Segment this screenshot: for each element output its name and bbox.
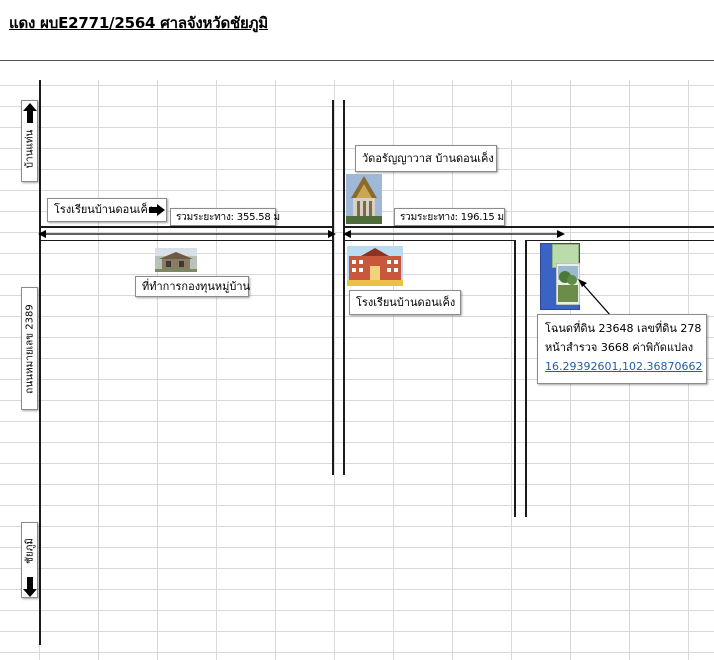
- road-right-segment-b: [525, 240, 714, 241]
- page-title: แดง ผบE2771/2564 ศาลจังหวัดชัยภูมิ: [9, 14, 268, 32]
- distance-arrow-left: [38, 230, 336, 238]
- arrow-right-icon: [149, 204, 165, 216]
- village-fund-office-label: ที่ทำการกองทุนหมู่บ้าน: [135, 276, 251, 297]
- distance-right-text: รวมระยะทาง: 196.15 ม: [400, 212, 504, 223]
- west-road-label: ถนนหมายเลข 2389: [21, 287, 38, 410]
- deed-info-box: โฉนดที่ดิน 23648 เลขที่ดิน 278 หน้าสำรวจ…: [537, 314, 707, 384]
- west-road-text: ถนนหมายเลข 2389: [24, 303, 35, 394]
- south-town-label: ชัยภูมิ: [21, 522, 38, 598]
- temple-text: วัดอรัญญาวาส บ้านดอนเค็ง: [362, 152, 494, 165]
- distance-label-right: รวมระยะทาง: 196.15 ม: [394, 208, 505, 226]
- road-right-vertical-a: [514, 240, 516, 517]
- north-town-text: บ้านแท่น: [24, 129, 35, 169]
- road-right-segment-a: [343, 240, 514, 241]
- road-center-vertical-a: [332, 100, 334, 475]
- south-town-text: ชัยภูมิ: [24, 538, 35, 565]
- distance-left-text: รวมระยะทาง: 355.58 ม: [176, 212, 280, 223]
- road-right-vertical-b: [525, 240, 527, 517]
- road-left-vertical: [39, 80, 41, 645]
- road-center-vertical-b: [343, 100, 345, 475]
- title-divider: [0, 60, 714, 61]
- school-center-photo: [347, 246, 403, 286]
- village-fund-office-photo: [155, 248, 197, 272]
- village-fund-office-text: ที่ทำการกองทุนหมู่บ้าน: [142, 280, 251, 293]
- school-center-label: โรงเรียนบ้านดอนเค็ง: [349, 290, 461, 315]
- school-left-label: โรงเรียนบ้านดอนเค็ง: [47, 198, 167, 222]
- temple-photo: [346, 174, 382, 224]
- arrow-up-icon: [23, 103, 37, 123]
- temple-label: วัดอรัญญาวาส บ้านดอนเค็ง: [355, 145, 497, 172]
- school-center-text: โรงเรียนบ้านดอนเค็ง: [356, 296, 456, 309]
- distance-label-left: รวมระยะทาง: 355.58 ม: [170, 208, 280, 226]
- school-left-text: โรงเรียนบ้านดอนเค็ง: [54, 203, 154, 216]
- deed-line-2: หน้าสำรวจ 3668 ค่าพิกัดแปลง: [545, 341, 694, 354]
- road-mid-horizontal: [39, 240, 333, 241]
- coordinates-link[interactable]: 16.29392601,102.36870662: [545, 357, 702, 376]
- arrow-down-icon: [23, 577, 37, 597]
- distance-arrow-right: [343, 230, 565, 238]
- north-town-label: บ้านแท่น: [21, 100, 38, 182]
- deed-line-1: โฉนดที่ดิน 23648 เลขที่ดิน 278: [545, 322, 702, 335]
